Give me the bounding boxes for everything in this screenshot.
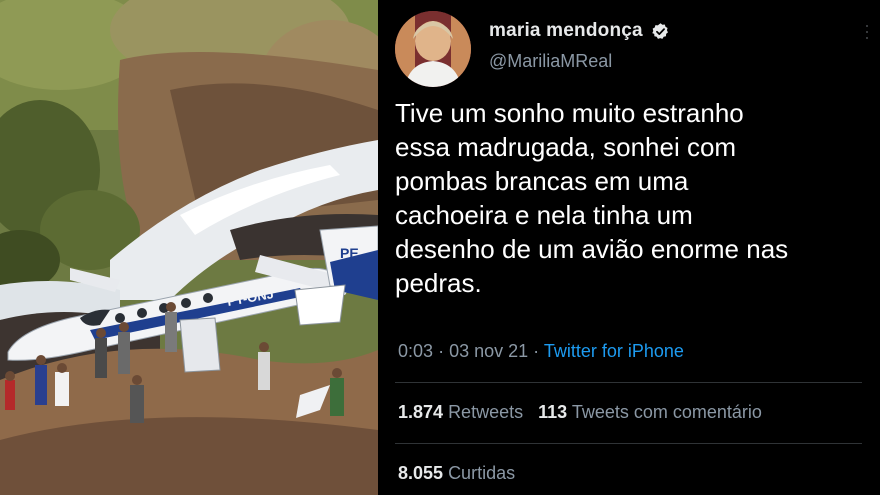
quotes-label: Tweets com comentário (571, 402, 762, 422)
tweet-meta: 0:03 · 03 nov 21 · Twitter for iPhone (398, 341, 684, 362)
more-options-icon[interactable]: · · · (862, 16, 872, 46)
meta-separator: · (533, 341, 540, 361)
likes-count: 8.055 (398, 463, 444, 483)
divider (395, 382, 862, 383)
author-name-row[interactable]: maria mendonça (489, 20, 670, 42)
likes-label: Curtidas (448, 463, 516, 483)
likes-stat[interactable]: 8.055 Curtidas (398, 463, 515, 484)
display-name[interactable]: maria mendonça (489, 20, 643, 42)
plane-crash-waterfall-photo: PE PT-ONJ (0, 0, 378, 495)
tweet-date[interactable]: 03 nov 21 (449, 341, 528, 361)
quotes-count: 113 (538, 402, 568, 422)
tweet-text: Tive um sonho muito estranho essa madrug… (395, 96, 865, 300)
tweet-time[interactable]: 0:03 (398, 341, 433, 361)
tweet-text-line: pombas brancas em uma (395, 166, 689, 196)
plane-tail-text: PE (340, 245, 359, 261)
handle[interactable]: @MariliaMReal (489, 51, 612, 72)
verified-badge-icon (652, 22, 668, 39)
tweet-text-line: essa madrugada, sonhei com (395, 132, 737, 162)
tweet-text-line: Tive um sonho muito estranho (395, 98, 744, 128)
divider (395, 443, 862, 444)
crash-photo: PE PT-ONJ (0, 0, 378, 495)
tweet-card: maria mendonça @MariliaMReal · · · Tive um… (378, 0, 880, 495)
retweets-stat[interactable]: 1.874 Retweets (398, 402, 523, 422)
avatar[interactable] (395, 11, 471, 87)
retweets-label: Retweets (448, 402, 524, 422)
retweets-count: 1.874 (398, 402, 444, 422)
tweet-source-link[interactable]: Twitter for iPhone (544, 341, 684, 361)
tweet-text-line: desenho de um avião enorme nas (395, 234, 789, 264)
profile-photo (395, 11, 471, 87)
tweet-text-line: cachoeira e nela tinha um (395, 200, 693, 230)
engagement-stats: 1.874 Retweets 113 Tweets com comentário (398, 402, 762, 423)
tweet-text-line: pedras. (395, 268, 482, 298)
quotes-stat[interactable]: 113 Tweets com comentário (538, 402, 762, 422)
meta-separator: · (438, 341, 445, 361)
